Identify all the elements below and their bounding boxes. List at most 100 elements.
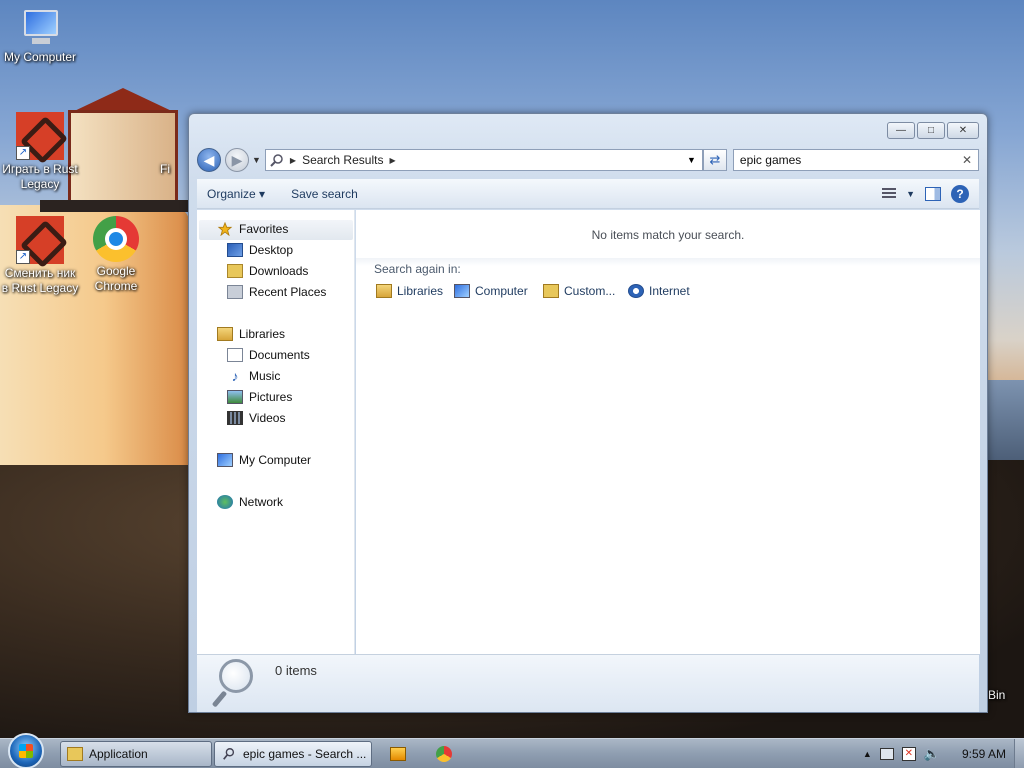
start-button[interactable] — [8, 732, 44, 768]
nav-videos[interactable]: Videos — [227, 411, 285, 425]
desktop-icon-recycle-bin-partial[interactable]: Bin — [988, 688, 1024, 703]
search-again-custom-label: Custom... — [564, 284, 616, 298]
breadcrumb-arrow-icon[interactable]: ▶ — [290, 156, 296, 165]
refresh-button[interactable]: ⇄ — [702, 149, 727, 171]
address-bar[interactable]: ▶ Search Results ▶ ▼ — [264, 149, 703, 171]
taskbar-item-label: Application — [89, 746, 148, 761]
taskbar-item-label: epic games - Search ... — [243, 746, 367, 761]
search-field[interactable]: epic games ✕ — [732, 149, 979, 171]
clear-search-icon[interactable]: ✕ — [962, 153, 972, 167]
search-again-libraries[interactable]: Libraries — [376, 284, 443, 298]
music-note-icon: ♪ — [231, 368, 239, 384]
nav-libraries[interactable]: Libraries — [217, 327, 285, 341]
search-again-internet-label: Internet — [649, 284, 690, 298]
internet-icon — [628, 284, 644, 298]
preview-pane-icon[interactable] — [925, 186, 941, 201]
nav-documents[interactable]: Documents — [227, 348, 310, 362]
action-center-icon[interactable]: ✕ — [901, 746, 916, 761]
help-button[interactable]: ? — [951, 184, 969, 203]
nav-music-label: Music — [249, 369, 281, 383]
taskbar-item-search-window[interactable]: epic games - Search ... — [214, 740, 372, 767]
nav-libraries-label: Libraries — [239, 327, 286, 341]
chrome-icon — [436, 745, 452, 762]
volume-icon[interactable]: 🔈 — [924, 746, 940, 762]
item-count: 0 items — [275, 663, 317, 678]
search-again-computer-label: Computer — [475, 284, 528, 298]
nav-downloads[interactable]: Downloads — [227, 264, 308, 278]
videos-icon — [227, 411, 243, 425]
downloads-folder-icon — [227, 264, 243, 278]
media-player-icon — [390, 746, 406, 761]
desktop-icon-label: Bin — [988, 688, 1006, 702]
nav-my-computer[interactable]: My Computer — [217, 453, 311, 467]
search-input[interactable]: epic games — [740, 153, 801, 167]
nav-recent-places[interactable]: Recent Places — [227, 285, 326, 299]
chrome-icon — [93, 216, 139, 262]
desktop-icon — [227, 243, 243, 257]
recent-pages-dropdown[interactable]: ▼ — [252, 155, 261, 165]
rust-icon: ↗ — [16, 216, 64, 264]
save-search-button[interactable]: Save search — [291, 187, 358, 201]
organize-label: Organize — [207, 186, 256, 201]
pinned-chrome[interactable] — [424, 741, 464, 767]
desktop-icon-play-rust-legacy[interactable]: ↗ Играть в Rust Legacy — [0, 112, 80, 192]
navigation-bar: ◀ ▶ ▼ ▶ Search Results ▶ ▼ ⇄ epic games … — [197, 147, 979, 173]
nav-favorites-label: Favorites — [239, 222, 289, 236]
minimize-button[interactable]: — — [887, 122, 915, 139]
libraries-icon — [376, 284, 392, 298]
desktop-icon-label: Fi — [160, 162, 170, 176]
nav-recent-places-label: Recent Places — [249, 285, 327, 299]
magnifier-handle — [211, 690, 228, 708]
desktop-icon-partial[interactable]: Fi — [160, 162, 190, 177]
computer-icon — [217, 453, 233, 467]
clock[interactable]: 9:59 AM — [962, 747, 1006, 761]
shortcut-arrow-icon: ↗ — [16, 250, 30, 264]
nav-desktop[interactable]: Desktop — [227, 243, 293, 257]
documents-icon — [227, 348, 243, 362]
desktop-icon-my-computer[interactable]: My Computer — [0, 8, 80, 65]
search-again-internet[interactable]: Internet — [628, 284, 690, 298]
rust-icon: ↗ — [16, 112, 64, 160]
maximize-button[interactable]: □ — [917, 122, 945, 139]
breadcrumb-arrow-icon[interactable]: ▶ — [389, 156, 395, 165]
window-controls: — □ ✕ — [887, 122, 979, 139]
network-icon — [217, 495, 233, 509]
nav-pictures-label: Pictures — [249, 390, 293, 404]
desktop-icon-google-chrome[interactable]: Google Chrome — [76, 216, 156, 294]
change-view-icon[interactable] — [882, 187, 897, 200]
close-button[interactable]: ✕ — [947, 122, 979, 139]
forward-button[interactable]: ▶ — [225, 148, 249, 172]
pinned-media-player[interactable] — [378, 741, 418, 767]
search-again-custom[interactable]: Custom... — [543, 284, 615, 298]
nav-music[interactable]: ♪ Music — [227, 368, 281, 384]
folder-icon — [67, 746, 83, 761]
search-again-label: Search again in: — [374, 262, 461, 276]
address-dropdown-icon[interactable]: ▼ — [687, 155, 696, 165]
nav-my-computer-label: My Computer — [239, 453, 312, 467]
show-hidden-icons-icon[interactable]: ▲ — [863, 749, 872, 759]
back-button[interactable]: ◀ — [197, 148, 221, 172]
wallpaper-lighthouse-rail — [40, 200, 190, 212]
system-tray: ▲ ✕ 🔈 9:59 AM — [863, 746, 1006, 762]
custom-folder-icon — [543, 284, 559, 298]
desktop-icon-label: Играть в Rust Legacy — [2, 162, 78, 191]
show-desktop-button[interactable] — [1014, 738, 1024, 768]
nav-network[interactable]: Network — [217, 495, 283, 509]
nav-pictures[interactable]: Pictures — [227, 390, 292, 404]
libraries-icon — [217, 327, 233, 341]
nav-downloads-label: Downloads — [249, 264, 309, 278]
view-options-dropdown-icon[interactable]: ▼ — [906, 189, 915, 199]
search-again-computer[interactable]: Computer — [454, 284, 528, 298]
organize-menu[interactable]: Organize ▾ — [207, 187, 265, 201]
nav-documents-label: Documents — [249, 348, 310, 362]
results-pane: No items match your search. Search again… — [356, 210, 980, 654]
taskbar: Application epic games - Search ... ▲ ✕ … — [0, 732, 1024, 768]
nav-videos-label: Videos — [249, 411, 286, 425]
desktop-icon-label: My Computer — [3, 50, 77, 64]
breadcrumb-search-results[interactable]: Search Results — [302, 153, 383, 167]
nav-favorites[interactable]: Favorites — [217, 222, 288, 236]
desktop-icon-label: Сменить ник в Rust Legacy — [1, 266, 79, 295]
taskbar-item-application[interactable]: Application — [60, 740, 212, 767]
desktop-icon-change-nick-rust-legacy[interactable]: ↗ Сменить ник в Rust Legacy — [0, 216, 80, 296]
network-status-icon[interactable] — [879, 747, 894, 760]
